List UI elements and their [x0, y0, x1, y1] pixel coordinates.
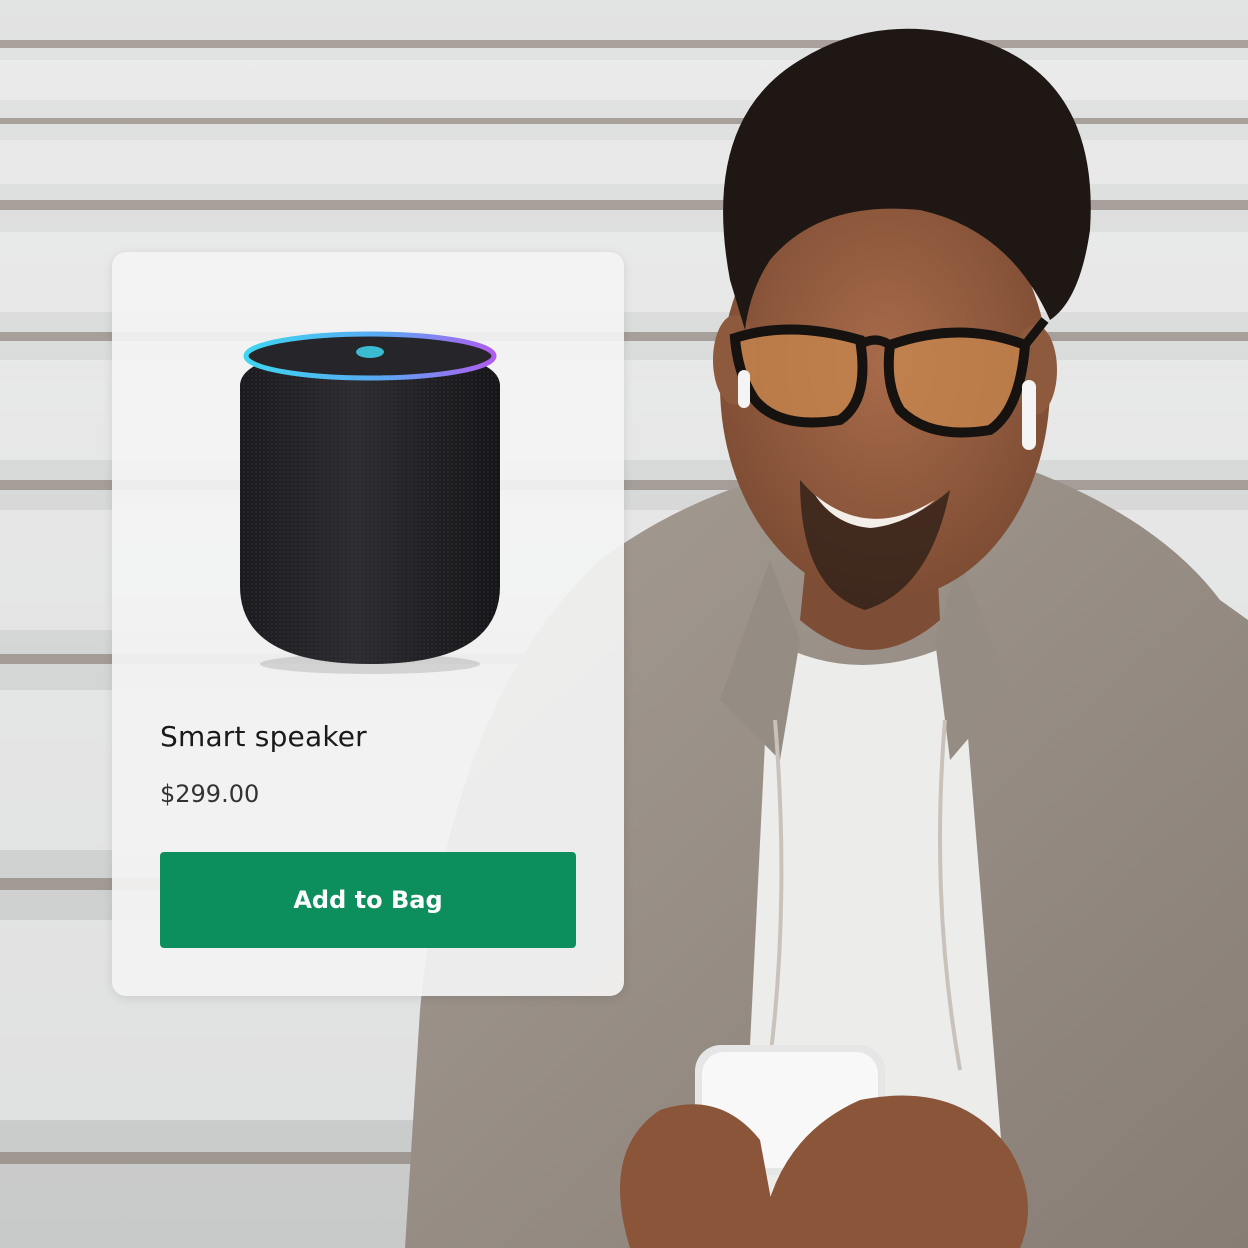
product-card: Smart speaker $299.00 Add to Bag [112, 252, 624, 996]
product-title: Smart speaker [160, 720, 367, 753]
smart-speaker-image [240, 331, 500, 674]
product-price: $299.00 [160, 780, 260, 808]
add-to-bag-button[interactable]: Add to Bag [160, 852, 576, 948]
